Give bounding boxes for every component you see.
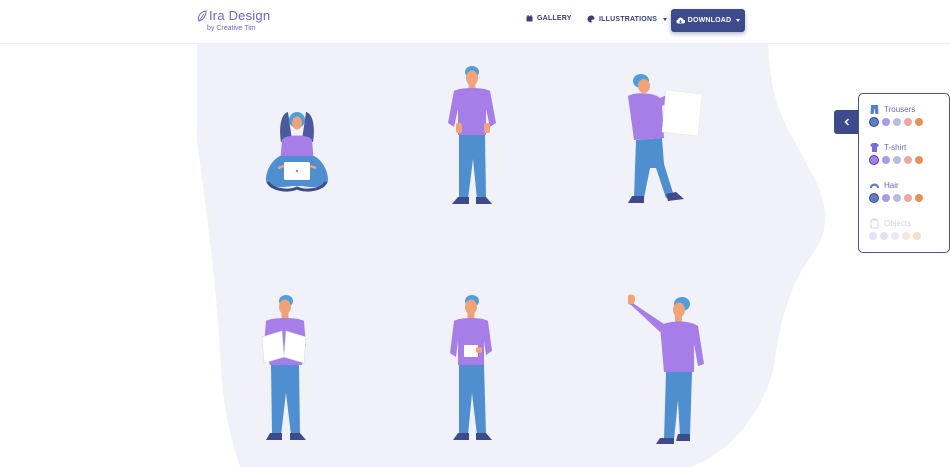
option-trousers: Trousers	[869, 104, 923, 127]
navbar: Ira Design by Creative Tim GALLERY ILLUS…	[0, 0, 950, 44]
swatch[interactable]	[882, 118, 890, 126]
option-objects: Objects	[869, 218, 921, 240]
color-swatches	[869, 232, 921, 240]
swatch[interactable]	[882, 156, 890, 164]
customization-panel: Trousers T-shirt Hair Objects	[858, 93, 950, 253]
swatch	[891, 232, 899, 240]
download-button[interactable]: DOWNLOAD	[671, 9, 745, 32]
illustration-man-standing[interactable]	[446, 63, 498, 209]
color-swatches	[869, 155, 923, 165]
option-label: T-shirt	[884, 143, 907, 152]
swatch	[869, 232, 877, 240]
trousers-icon	[870, 105, 879, 114]
download-button-label: DOWNLOAD	[687, 17, 732, 24]
nav-illustrations-label: ILLUSTRATIONS	[599, 15, 658, 23]
nav-gallery-label: GALLERY	[537, 15, 572, 22]
color-swatches	[869, 117, 923, 127]
nav-illustrations[interactable]: ILLUSTRATIONS	[587, 15, 668, 23]
palette-icon	[587, 15, 595, 23]
option-hair: Hair	[869, 180, 923, 203]
swatch	[880, 232, 888, 240]
nav-gallery[interactable]: GALLERY	[526, 15, 572, 22]
brand-logo[interactable]: Ira Design by Creative Tim	[197, 8, 270, 32]
color-swatches	[869, 193, 923, 203]
illustration-man-reading[interactable]	[258, 293, 310, 445]
swatch[interactable]	[904, 156, 912, 164]
tshirt-icon	[870, 143, 879, 152]
option-tshirt: T-shirt	[869, 142, 923, 165]
swatch[interactable]	[904, 194, 912, 202]
swatch-selected[interactable]	[869, 155, 879, 165]
swatch[interactable]	[915, 118, 923, 126]
swatch-selected[interactable]	[869, 193, 879, 203]
option-label: Trousers	[884, 105, 916, 114]
caret-down-icon	[736, 19, 741, 22]
option-label: Objects	[884, 219, 912, 228]
objects-icon	[870, 218, 879, 229]
cloud-download-icon	[676, 17, 685, 24]
illustration-woman-laptop[interactable]	[262, 108, 332, 200]
brand-subtitle: by Creative Tim	[207, 25, 256, 32]
swatch[interactable]	[915, 156, 923, 164]
option-label: Hair	[884, 181, 899, 190]
leaf-icon	[197, 9, 207, 22]
hair-icon	[870, 183, 879, 188]
swatch[interactable]	[893, 194, 901, 202]
brand-title: Ira Design	[209, 8, 271, 23]
swatch[interactable]	[904, 118, 912, 126]
chevron-left-icon	[843, 118, 849, 126]
illustration-man-carrying-board[interactable]	[622, 72, 706, 207]
illustration-man-reaching[interactable]	[624, 294, 708, 446]
illustration-man-holding-paper[interactable]	[446, 293, 496, 445]
swatch[interactable]	[915, 194, 923, 202]
swatch	[913, 232, 921, 240]
swatch	[902, 232, 910, 240]
swatch[interactable]	[882, 194, 890, 202]
swatch[interactable]	[893, 156, 901, 164]
panel-collapse-button[interactable]	[834, 110, 859, 134]
swatch-selected[interactable]	[869, 117, 879, 127]
calendar-icon	[526, 15, 533, 22]
swatch[interactable]	[893, 118, 901, 126]
caret-down-icon	[663, 17, 668, 21]
